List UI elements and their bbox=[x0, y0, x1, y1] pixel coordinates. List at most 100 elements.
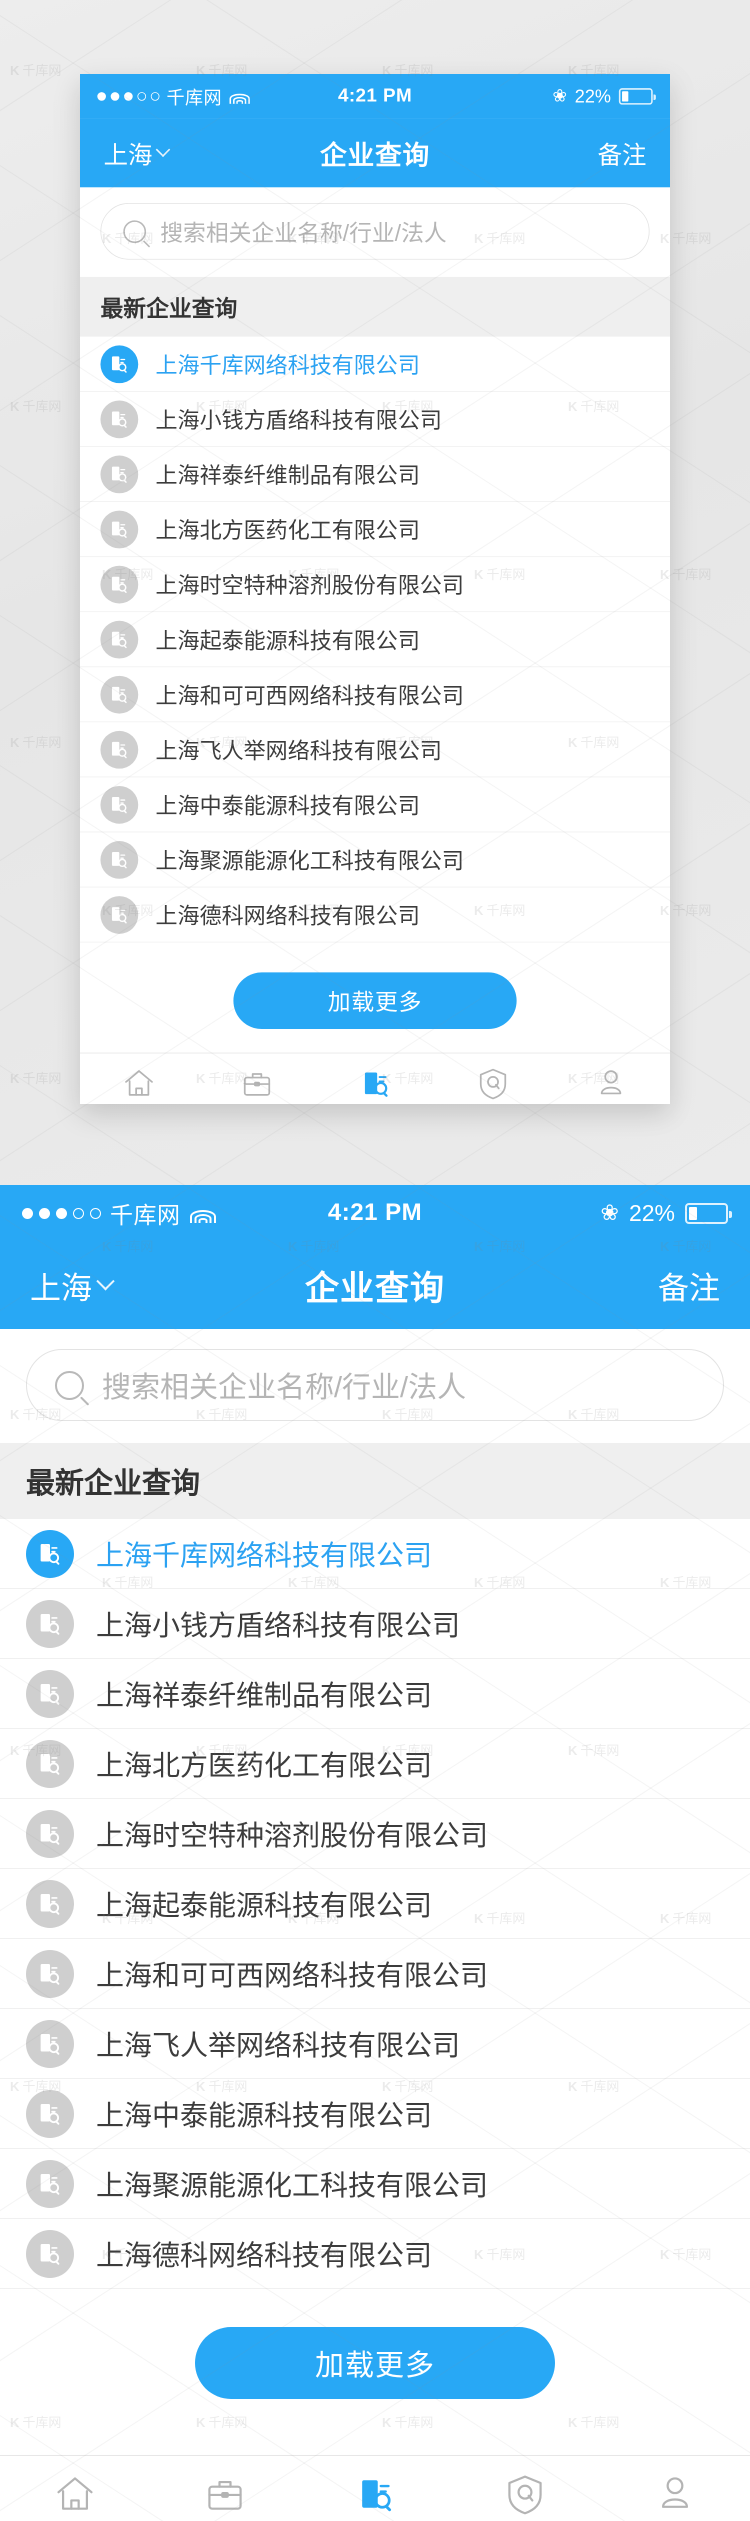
company-name-label: 上海起泰能源科技有限公司 bbox=[155, 628, 420, 653]
list-item[interactable]: 上海德科网络科技有限公司 bbox=[80, 887, 670, 943]
company-name-label: 上海小钱方盾络科技有限公司 bbox=[96, 1609, 461, 1641]
battery-icon bbox=[685, 1202, 733, 1224]
home-icon bbox=[53, 2470, 97, 2516]
company-list-preview: 上海千库网络科技有限公司 上海小钱方盾络科技有限公司 上海祥泰纤维制品有限公司 上海北… bbox=[80, 336, 670, 943]
contacts-person-icon bbox=[594, 1064, 629, 1100]
app-screen-preview: 千库网 4:21 PM ❀ 22% 上海 企业查询 备注 搜索相关企业名称/行业… bbox=[80, 74, 670, 1104]
list-item[interactable]: 上海祥泰纤维制品有限公司 bbox=[80, 447, 670, 502]
company-search-icon bbox=[26, 1669, 74, 1718]
list-item[interactable]: 上海和可可西网络科技有限公司 bbox=[0, 1939, 750, 2009]
navigation-bar: 上海 企业查询 备注 bbox=[0, 1241, 750, 1329]
company-name-label: 上海千库网络科技有限公司 bbox=[96, 1539, 433, 1571]
status-bar: 千库网 4:21 PM ❀ 22% bbox=[0, 1185, 750, 1241]
list-item[interactable]: 上海小钱方盾络科技有限公司 bbox=[0, 1589, 750, 1659]
tab-company-search[interactable]: 企业查询 bbox=[316, 1064, 434, 1104]
chevron-down-icon bbox=[96, 1271, 115, 1290]
remark-button[interactable]: 备注 bbox=[658, 1263, 720, 1308]
company-name-label: 上海和可可西网络科技有限公司 bbox=[96, 1959, 489, 1991]
list-item[interactable]: 上海千库网络科技有限公司 bbox=[80, 337, 670, 392]
company-name-label: 上海起泰能源科技有限公司 bbox=[96, 1889, 433, 1921]
status-bar-right: ❀ 22% bbox=[412, 85, 656, 106]
location-label: 上海 bbox=[103, 141, 153, 169]
list-item[interactable]: 上海聚源能源化工科技有限公司 bbox=[0, 2149, 750, 2219]
list-item[interactable]: 上海和可可西网络科技有限公司 bbox=[80, 667, 670, 723]
battery-percent-label: 22% bbox=[574, 85, 612, 106]
list-item[interactable]: 上海起泰能源科技有限公司 bbox=[0, 1869, 750, 1939]
tab-home[interactable]: 首页 bbox=[80, 1064, 198, 1104]
wifi-icon bbox=[229, 89, 250, 104]
company-search-icon bbox=[358, 1064, 393, 1100]
company-name-label: 上海小钱方盾络科技有限公司 bbox=[155, 407, 442, 433]
list-item[interactable]: 上海飞人举网络科技有限公司 bbox=[0, 2009, 750, 2079]
tab-contacts-person[interactable]: 通讯录 bbox=[552, 1064, 670, 1104]
list-item[interactable]: 上海聚源能源化工科技有限公司 bbox=[80, 832, 670, 888]
company-name-label: 上海和可可西网络科技有限公司 bbox=[155, 683, 464, 708]
status-bar-left: 千库网 bbox=[22, 1196, 328, 1230]
company-search-icon bbox=[100, 675, 139, 714]
company-name-label: 上海中泰能源科技有限公司 bbox=[96, 2099, 433, 2131]
list-item[interactable]: 上海飞人举网络科技有限公司 bbox=[80, 722, 670, 778]
search-section: 搜索相关企业名称/行业/法人 bbox=[0, 1329, 750, 1443]
tab-home[interactable]: 首页 bbox=[0, 2470, 150, 2521]
remark-button[interactable]: 备注 bbox=[598, 135, 647, 170]
list-item[interactable]: 上海千库网络科技有限公司 bbox=[0, 1519, 750, 1589]
search-input[interactable]: 搜索相关企业名称/行业/法人 bbox=[100, 203, 650, 260]
page-title: 企业查询 bbox=[319, 140, 431, 171]
battery-icon bbox=[618, 87, 656, 105]
section-header: 最新企业查询 bbox=[0, 1443, 750, 1519]
carrier-label: 千库网 bbox=[166, 87, 222, 108]
tab-company-search[interactable]: 企业查询 bbox=[300, 2470, 450, 2521]
list-item[interactable]: 上海德科网络科技有限公司 bbox=[0, 2219, 750, 2289]
chevron-down-icon bbox=[155, 142, 171, 157]
tab-briefcase[interactable]: OA办公 bbox=[198, 1064, 316, 1104]
company-search-icon bbox=[26, 1739, 74, 1788]
list-item[interactable]: 上海时空特种溶剂股份有限公司 bbox=[0, 1799, 750, 1869]
load-more-section: 加载更多 bbox=[0, 2289, 750, 2429]
company-list: 上海千库网络科技有限公司 上海小钱方盾络科技有限公司上海祥泰纤维制品有限公司 上海北… bbox=[0, 1519, 750, 2289]
briefcase-icon bbox=[203, 2470, 247, 2516]
list-item[interactable]: 上海小钱方盾络科技有限公司 bbox=[80, 392, 670, 447]
section-header: 最新企业查询 bbox=[80, 276, 670, 337]
company-name-label: 上海中泰能源科技有限公司 bbox=[155, 793, 420, 818]
company-name-label: 上海祥泰纤维制品有限公司 bbox=[155, 463, 420, 488]
company-search-icon bbox=[353, 2470, 397, 2516]
list-item[interactable]: 上海祥泰纤维制品有限公司 bbox=[0, 1659, 750, 1729]
list-item[interactable]: 上海中泰能源科技有限公司 bbox=[80, 777, 670, 833]
location-selector[interactable]: 上海 bbox=[103, 135, 171, 170]
load-more-button[interactable]: 加载更多 bbox=[195, 2327, 555, 2399]
list-item[interactable]: 上海中泰能源科技有限公司 bbox=[0, 2079, 750, 2149]
tab-bar-preview: 首页OA办公企业查询环境质量通讯录 bbox=[80, 1052, 670, 1104]
tab-shield-quality[interactable]: 环境质量 bbox=[450, 2470, 600, 2521]
shield-quality-icon bbox=[503, 2470, 547, 2516]
company-search-icon bbox=[26, 1809, 74, 1858]
bluetooth-icon: ❀ bbox=[600, 1200, 619, 1225]
company-search-icon bbox=[26, 2229, 74, 2278]
list-item[interactable]: 上海起泰能源科技有限公司 bbox=[80, 612, 670, 668]
company-search-icon bbox=[26, 1879, 74, 1928]
tab-contacts-person[interactable]: 通讯录 bbox=[600, 2470, 750, 2521]
wifi-icon bbox=[189, 1204, 216, 1223]
list-item[interactable]: 上海时空特种溶剂股份有限公司 bbox=[80, 557, 670, 613]
company-search-icon bbox=[100, 620, 139, 659]
tab-briefcase[interactable]: OA办公 bbox=[150, 2470, 300, 2521]
company-search-icon bbox=[26, 1529, 74, 1578]
status-bar-left: 千库网 bbox=[97, 83, 338, 110]
tab-shield-quality[interactable]: 环境质量 bbox=[434, 1064, 552, 1104]
search-icon bbox=[123, 219, 147, 243]
search-input[interactable]: 搜索相关企业名称/行业/法人 bbox=[26, 1349, 724, 1421]
app-screen: 千库网 4:21 PM ❀ 22% 上海 企业查询 备注 搜索相关企业名称/行业… bbox=[0, 1185, 750, 2521]
load-more-button[interactable]: 加载更多 bbox=[233, 972, 517, 1030]
list-item[interactable]: 上海北方医药化工有限公司 bbox=[80, 502, 670, 558]
list-item[interactable]: 上海北方医药化工有限公司 bbox=[0, 1729, 750, 1799]
company-name-label: 上海聚源能源化工科技有限公司 bbox=[96, 2169, 489, 2201]
signal-strength-icon bbox=[97, 91, 160, 101]
shield-quality-icon bbox=[476, 1064, 511, 1100]
company-name-label: 上海北方医药化工有限公司 bbox=[155, 518, 420, 543]
bottom-spacer bbox=[0, 2429, 750, 2455]
company-name-label: 上海聚源能源化工科技有限公司 bbox=[155, 848, 464, 873]
company-name-label: 上海千库网络科技有限公司 bbox=[155, 352, 420, 378]
company-search-icon bbox=[100, 895, 139, 934]
location-selector[interactable]: 上海 bbox=[30, 1263, 115, 1308]
briefcase-icon bbox=[240, 1064, 275, 1100]
company-search-icon bbox=[100, 345, 139, 383]
